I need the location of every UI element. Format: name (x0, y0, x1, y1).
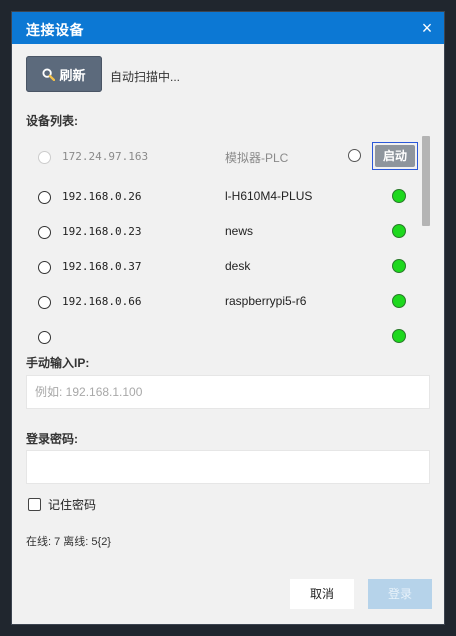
device-name: desk (225, 259, 251, 273)
remember-password-label: 记住密码 (48, 498, 97, 512)
device-radio[interactable] (38, 296, 51, 309)
password-input[interactable] (27, 451, 429, 483)
refresh-button[interactable]: 刷新 (26, 56, 102, 92)
device-row[interactable]: 192.168.0.37 desk (26, 254, 418, 282)
device-radio[interactable] (38, 331, 51, 344)
device-row[interactable]: 192.168.0.66 raspberrypi5-r6 (26, 289, 418, 317)
device-row-offline[interactable]: 172.24.97.163 模拟器-PLC 启动 (26, 142, 418, 172)
device-name: raspberrypi5-r6 (225, 294, 307, 308)
device-ip: 192.168.0.66 (62, 295, 142, 308)
manual-ip-field[interactable] (26, 375, 430, 409)
manual-ip-label: 手动输入IP: (26, 356, 90, 370)
dialog-title: 连接设备 (26, 22, 84, 38)
search-icon (42, 67, 56, 81)
device-row-partial[interactable] (26, 324, 418, 348)
refresh-label: 刷新 (59, 67, 86, 83)
device-list-label: 设备列表: (26, 114, 78, 128)
connect-device-dialog: 连接设备 × 刷新 自动扫描中... 设备列表: 172.24.97.163 模… (12, 12, 444, 624)
password-field[interactable] (26, 450, 430, 484)
password-label: 登录密码: (26, 432, 78, 446)
device-ip: 192.168.0.26 (62, 190, 142, 203)
device-ip: 172.24.97.163 (62, 150, 149, 163)
online-status-dot (392, 329, 406, 343)
device-list: 172.24.97.163 模拟器-PLC 启动 192.168.0.26 l-… (26, 136, 434, 348)
remember-password-checkbox[interactable] (28, 498, 41, 511)
device-name: l-H610M4-PLUS (225, 189, 313, 203)
login-button[interactable]: 登录 (368, 579, 432, 609)
cancel-button[interactable]: 取消 (290, 579, 354, 609)
device-ip: 192.168.0.23 (62, 225, 142, 238)
device-radio[interactable] (38, 261, 51, 274)
device-radio[interactable] (38, 226, 51, 239)
online-status-dot (392, 259, 406, 273)
device-radio[interactable] (38, 151, 51, 164)
scan-status: 自动扫描中... (110, 70, 181, 84)
online-status-dot (392, 294, 406, 308)
online-offline-stats: 在线: 7 离线: 5{2} (26, 536, 111, 548)
device-status-ring[interactable] (348, 149, 361, 162)
device-ip: 192.168.0.37 (62, 260, 142, 273)
device-name: news (225, 224, 254, 238)
device-name: 模拟器-PLC (225, 151, 289, 165)
close-icon[interactable]: × (416, 17, 438, 39)
device-radio[interactable] (38, 191, 51, 204)
device-row[interactable]: 192.168.0.26 l-H610M4-PLUS (26, 184, 418, 212)
online-status-dot (392, 189, 406, 203)
device-row[interactable]: 192.168.0.23 news (26, 219, 418, 247)
start-button[interactable]: 启动 (372, 142, 418, 170)
title-bar: 连接设备 × (12, 12, 444, 44)
start-label: 启动 (375, 145, 415, 167)
device-list-scrollbar[interactable] (422, 136, 430, 226)
manual-ip-input[interactable] (27, 376, 429, 408)
online-status-dot (392, 224, 406, 238)
